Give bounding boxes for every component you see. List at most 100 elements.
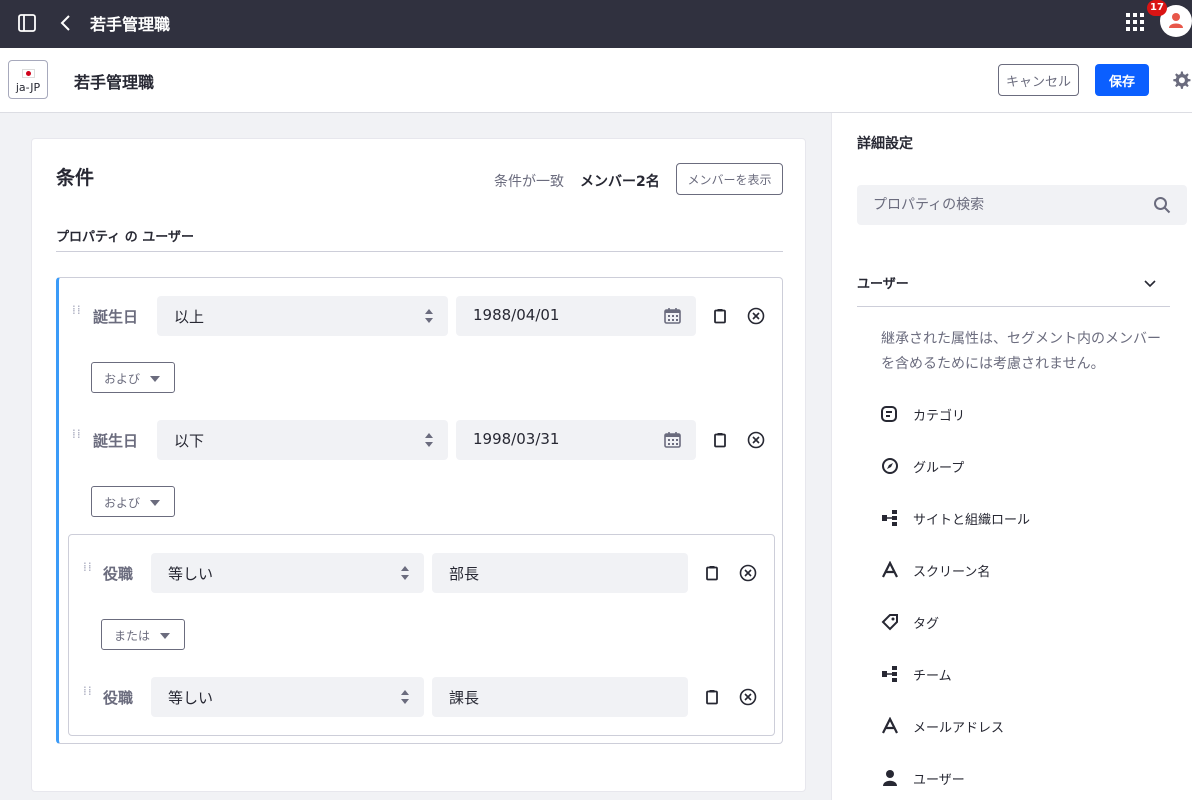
property-item[interactable]: メールアドレス	[881, 715, 1171, 739]
property-item[interactable]: サイトと組織ロール	[881, 507, 1171, 531]
conjunction-label: および	[104, 372, 141, 386]
property-item-label: タグ	[913, 617, 940, 632]
conjunction-select[interactable]: および	[91, 486, 175, 517]
select-arrows-icon	[425, 309, 433, 323]
nested-criteria-group: ⁞⁞ 役職 等しい 部長 または ⁞⁞ 役職 等しい 課長	[68, 534, 775, 736]
select-arrows-icon	[401, 566, 409, 580]
property-item[interactable]: グループ	[881, 455, 1171, 479]
duplicate-icon[interactable]	[713, 432, 727, 448]
back-icon[interactable]	[58, 12, 74, 34]
remove-icon[interactable]	[739, 688, 757, 706]
conjunction-select[interactable]: および	[91, 362, 175, 393]
operator-select[interactable]: 等しい	[151, 677, 424, 717]
operator-select[interactable]: 以下	[157, 420, 448, 460]
user-icon	[883, 770, 897, 786]
notification-badge[interactable]: 17	[1147, 0, 1167, 16]
property-search	[857, 185, 1187, 225]
criteria-property: 役職	[103, 565, 134, 583]
operator-select[interactable]: 等しい	[151, 553, 424, 593]
property-item-label: メールアドレス	[913, 721, 1005, 736]
property-item[interactable]: ユーザー	[881, 767, 1171, 791]
hierarchy-icon	[882, 510, 897, 526]
text-icon	[882, 717, 898, 734]
conjunction-label: および	[104, 496, 141, 510]
language-selector[interactable]: ja-JP	[8, 60, 48, 99]
match-label: 条件が一致	[494, 174, 564, 190]
properties-sidebar: 詳細設定 ユーザー 継承された属性は、セグメント内のメンバーを含めるためには考慮…	[831, 113, 1192, 800]
date-input[interactable]: 1988/04/01	[456, 296, 696, 336]
remove-icon[interactable]	[739, 564, 757, 582]
criteria-property: 役職	[103, 689, 134, 707]
operator-value: 等しい	[168, 689, 214, 707]
text-input[interactable]: 課長	[432, 677, 688, 717]
caret-down-icon	[150, 500, 160, 506]
criteria-title: 条件	[56, 167, 95, 189]
top-bar: 若手管理職 17	[0, 0, 1192, 48]
save-button[interactable]: 保存	[1095, 64, 1149, 96]
operator-value: 以上	[174, 308, 205, 326]
member-count: メンバー2名	[580, 174, 660, 190]
property-item[interactable]: スクリーン名	[881, 559, 1171, 583]
criteria-property: 誕生日	[93, 308, 139, 326]
select-arrows-icon	[401, 690, 409, 704]
duplicate-icon[interactable]	[705, 689, 719, 705]
property-item[interactable]: カテゴリ	[881, 403, 1171, 427]
date-value: 1998/03/31	[473, 430, 560, 448]
property-item-label: ユーザー	[913, 773, 965, 788]
date-input[interactable]: 1998/03/31	[456, 420, 696, 460]
caret-down-icon	[150, 376, 160, 382]
inheritance-note: 継承された属性は、セグメント内のメンバーを含めるためには考慮されません。	[881, 331, 1161, 372]
criteria-property: 誕生日	[93, 432, 139, 450]
app-title: 若手管理職	[90, 15, 171, 34]
tag-icon	[881, 614, 898, 631]
drag-handle-icon[interactable]: ⁞⁞	[83, 685, 92, 703]
apps-grid-icon[interactable]	[1126, 13, 1144, 31]
property-item-label: サイトと組織ロール	[913, 513, 1031, 528]
drag-handle-icon[interactable]: ⁞⁞	[72, 304, 81, 322]
criteria-row: ⁞⁞ 役職 等しい 部長	[69, 553, 769, 593]
drag-handle-icon[interactable]: ⁞⁞	[83, 561, 92, 579]
language-code: ja-JP	[15, 81, 41, 94]
category-label: ユーザー	[857, 277, 909, 292]
hierarchy-icon	[882, 666, 897, 682]
header-bar: ja-JP 若手管理職 キャンセル 保存	[0, 48, 1192, 113]
compass-icon	[882, 458, 898, 474]
page-title: 若手管理職	[74, 73, 155, 92]
sidebar-title: 詳細設定	[857, 136, 913, 152]
conjunction-select[interactable]: または	[101, 619, 185, 650]
property-item-label: スクリーン名	[913, 565, 991, 580]
calendar-icon[interactable]	[664, 431, 681, 448]
chevron-down-icon	[1144, 280, 1156, 288]
date-value: 1988/04/01	[473, 306, 560, 324]
operator-value: 等しい	[168, 565, 214, 583]
sidebar-toggle-icon[interactable]	[17, 13, 37, 33]
drag-handle-icon[interactable]: ⁞⁞	[72, 428, 81, 446]
duplicate-icon[interactable]	[713, 308, 727, 324]
gear-icon[interactable]	[1171, 70, 1191, 90]
duplicate-icon[interactable]	[705, 565, 719, 581]
property-item-label: チーム	[913, 669, 952, 684]
property-item-label: カテゴリ	[913, 409, 966, 424]
calendar-icon[interactable]	[664, 307, 681, 324]
category-toggle[interactable]: ユーザー	[857, 273, 1170, 307]
text-value: 課長	[449, 689, 480, 707]
operator-select[interactable]: 以上	[157, 296, 448, 336]
criteria-row: ⁞⁞ 誕生日 以上 1988/04/01	[59, 296, 779, 336]
remove-icon[interactable]	[747, 307, 765, 325]
property-item[interactable]: チーム	[881, 663, 1171, 687]
property-search-input[interactable]	[857, 185, 1147, 225]
criteria-row: ⁞⁞ 役職 等しい 課長	[69, 677, 769, 717]
criteria-card: 条件 条件が一致 メンバー2名 メンバーを表示 プロパティ の ユーザー ⁞⁞ …	[31, 138, 806, 792]
remove-icon[interactable]	[747, 431, 765, 449]
cancel-button[interactable]: キャンセル	[998, 64, 1079, 96]
japan-flag-icon	[22, 69, 35, 78]
categories-icon	[881, 406, 897, 422]
property-item-label: グループ	[913, 461, 965, 476]
criteria-row: ⁞⁞ 誕生日 以下 1998/03/31	[59, 420, 779, 460]
property-item[interactable]: タグ	[881, 611, 1171, 635]
property-heading: プロパティ の ユーザー	[56, 226, 783, 252]
text-value: 部長	[449, 565, 480, 583]
text-input[interactable]: 部長	[432, 553, 688, 593]
search-icon[interactable]	[1153, 196, 1171, 214]
view-members-button[interactable]: メンバーを表示	[676, 163, 783, 195]
